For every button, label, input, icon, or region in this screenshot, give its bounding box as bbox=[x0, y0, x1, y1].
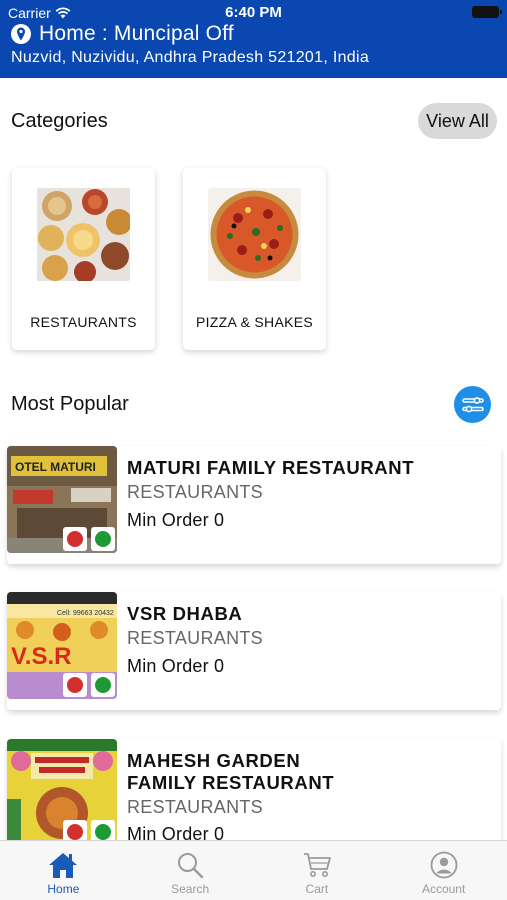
restaurant-image bbox=[7, 739, 117, 846]
restaurant-name-line1: MAHESH GARDEN bbox=[127, 750, 301, 771]
most-popular-heading: Most Popular bbox=[11, 393, 129, 415]
restaurant-category: RESTAURANTS bbox=[127, 628, 263, 648]
battery-icon bbox=[472, 6, 502, 18]
pizza-category-image bbox=[208, 188, 301, 281]
tab-label: Home bbox=[47, 882, 80, 896]
cart-icon bbox=[303, 853, 331, 877]
tab-home[interactable]: Home bbox=[0, 841, 127, 900]
restaurant-name: MATURI FAMILY RESTAURANT bbox=[127, 457, 415, 478]
view-all-button[interactable]: View All bbox=[418, 103, 497, 139]
svg-text:OTEL MATURI: OTEL MATURI bbox=[15, 460, 96, 474]
svg-text:V.S.R: V.S.R bbox=[11, 643, 71, 670]
veg-icon bbox=[91, 527, 115, 551]
veg-icon bbox=[91, 673, 115, 697]
restaurants-category-image bbox=[37, 188, 130, 281]
non-veg-icon bbox=[63, 527, 87, 551]
app-header: Carrier 6:40 PM Home : Muncipal Off Nuzv… bbox=[0, 0, 507, 78]
tab-label: Cart bbox=[305, 882, 329, 896]
restaurant-name: VSR DHABA bbox=[127, 603, 243, 624]
location-selector[interactable]: Home : Muncipal Off bbox=[11, 22, 234, 46]
restaurant-card-maturi[interactable]: OTEL MATURI MATURI FAMILY RESTAURANT RES… bbox=[7, 446, 501, 564]
tab-account[interactable]: Account bbox=[380, 841, 507, 900]
tab-search[interactable]: Search bbox=[127, 841, 254, 900]
restaurant-name-line2: FAMILY RESTAURANT bbox=[127, 772, 335, 793]
restaurant-image: OTEL MATURI bbox=[7, 446, 117, 553]
categories-heading: Categories bbox=[11, 110, 108, 132]
category-card-pizza-shakes[interactable]: PIZZA & SHAKES bbox=[183, 168, 326, 350]
tab-cart[interactable]: Cart bbox=[254, 841, 381, 900]
non-veg-icon bbox=[63, 673, 87, 697]
status-bar: Carrier 6:40 PM bbox=[0, 0, 507, 22]
restaurant-image: Cell: 99663 20432 V.S.R bbox=[7, 592, 117, 699]
restaurant-category: RESTAURANTS bbox=[127, 482, 263, 502]
filter-button[interactable] bbox=[454, 386, 491, 423]
svg-text:Cell: 99663 20432: Cell: 99663 20432 bbox=[57, 610, 114, 617]
category-label: PIZZA & SHAKES bbox=[195, 314, 313, 330]
restaurant-min-order: Min Order 0 bbox=[127, 656, 225, 676]
category-card-restaurants[interactable]: RESTAURANTS bbox=[12, 168, 155, 350]
location-title: Home : Muncipal Off bbox=[39, 22, 234, 45]
tab-label: Account bbox=[421, 882, 466, 896]
food-type-badges bbox=[63, 527, 115, 551]
restaurant-category: RESTAURANTS bbox=[127, 797, 263, 817]
restaurant-min-order: Min Order 0 bbox=[127, 510, 225, 530]
location-address: Nuzvid, Nuzividu, Andhra Pradesh 521201,… bbox=[11, 49, 370, 66]
location-pin-icon bbox=[11, 24, 31, 44]
bottom-tab-bar: Home Search Cart Account bbox=[0, 840, 507, 900]
food-type-badges bbox=[63, 673, 115, 697]
tab-label: Search bbox=[171, 882, 210, 896]
status-time: 6:40 PM bbox=[225, 4, 282, 21]
restaurant-card-vsr-dhaba[interactable]: Cell: 99663 20432 V.S.R VSR DHABA RESTAU… bbox=[7, 592, 501, 710]
home-icon bbox=[49, 853, 78, 878]
filter-sliders-icon bbox=[461, 396, 484, 412]
search-icon bbox=[178, 853, 204, 879]
category-label: RESTAURANTS bbox=[30, 314, 137, 330]
account-icon bbox=[430, 851, 458, 879]
